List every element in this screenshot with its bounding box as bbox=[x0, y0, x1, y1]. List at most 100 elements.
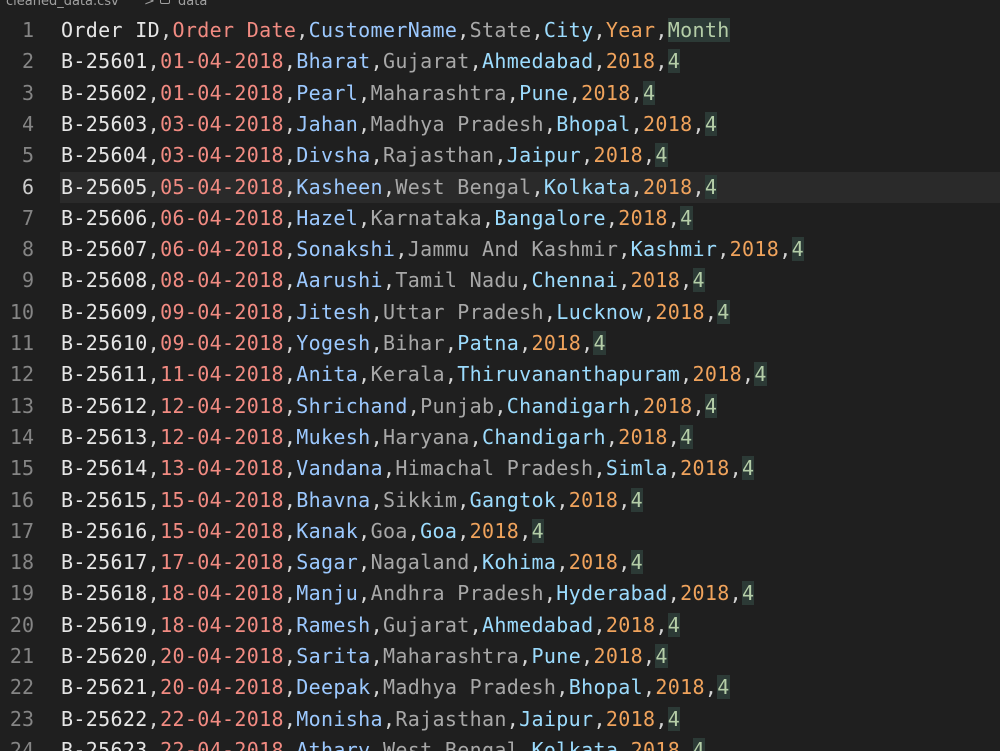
editor-line[interactable]: 3 B-25602,01-04-2018,Pearl,Maharashtra,Pu… bbox=[0, 78, 1000, 109]
csv-cell: B-25615 bbox=[61, 487, 148, 512]
csv-cell: 2018 bbox=[642, 111, 693, 136]
csv-cell: City bbox=[543, 18, 594, 42]
editor-line[interactable]: 19 B-25618,18-04-2018,Manju,Andhra Prades… bbox=[0, 578, 1000, 609]
line-content[interactable]: B-25615,15-04-2018,Bhavna,Sikkim,Gangtok… bbox=[61, 485, 644, 516]
editor-line[interactable]: 4 B-25603,03-04-2018,Jahan,Madhya Pradesh… bbox=[0, 109, 1000, 140]
line-content[interactable]: B-25608,08-04-2018,Aarushi,Tamil Nadu,Ch… bbox=[61, 265, 705, 296]
csv-delimiter: , bbox=[692, 174, 705, 199]
editor-line[interactable]: 1 Order ID,Order Date,CustomerName,State,… bbox=[0, 15, 1000, 46]
line-content[interactable]: B-25619,18-04-2018,Ramesh,Gujarat,Ahmeda… bbox=[61, 610, 681, 641]
editor-line[interactable]: 21 B-25620,20-04-2018,Sarita,Maharashtra,… bbox=[0, 641, 1000, 672]
editor-line[interactable]: 9 B-25608,08-04-2018,Aarushi,Tamil Nadu,C… bbox=[0, 265, 1000, 296]
line-content[interactable]: B-25612,12-04-2018,Shrichand,Punjab,Chan… bbox=[61, 391, 718, 422]
csv-cell: 2018 bbox=[605, 612, 656, 637]
csv-delimiter: , bbox=[618, 487, 631, 512]
csv-delimiter: , bbox=[283, 393, 297, 418]
csv-delimiter: , bbox=[283, 299, 297, 324]
csv-cell: Vandana bbox=[296, 456, 383, 481]
editor-line[interactable]: 16 B-25615,15-04-2018,Bhavna,Sikkim,Gangt… bbox=[0, 485, 1000, 516]
line-content[interactable]: B-25602,01-04-2018,Pearl,Maharashtra,Pun… bbox=[61, 78, 656, 109]
editor-line[interactable]: 5 B-25604,03-04-2018,Divsha,Rajasthan,Jai… bbox=[0, 140, 1000, 171]
line-content[interactable]: B-25611,11-04-2018,Anita,Kerala,Thiruvan… bbox=[61, 359, 767, 390]
csv-delimiter: , bbox=[283, 706, 297, 731]
csv-cell: 06-04-2018 bbox=[160, 205, 284, 230]
csv-cell: Madhya Pradesh bbox=[370, 111, 544, 136]
csv-delimiter: , bbox=[642, 299, 656, 324]
csv-cell: 4 bbox=[717, 675, 730, 700]
csv-delimiter: , bbox=[444, 331, 458, 355]
csv-delimiter: , bbox=[358, 205, 371, 230]
csv-delimiter: , bbox=[556, 675, 569, 700]
csv-delimiter: , bbox=[382, 706, 396, 731]
csv-delimiter: , bbox=[370, 143, 383, 168]
csv-cell: Kerala bbox=[370, 362, 445, 387]
csv-delimiter: , bbox=[717, 237, 730, 262]
line-content[interactable]: B-25610,09-04-2018,Yogesh,Bihar,Patna,20… bbox=[61, 328, 606, 359]
line-content[interactable]: B-25623,22-04-2018,Atharv,West Bengal,Ko… bbox=[61, 735, 705, 751]
editor-line[interactable]: 8 B-25607,06-04-2018,Sonakshi,Jammu And K… bbox=[0, 234, 1000, 265]
line-content[interactable]: B-25601,01-04-2018,Bharat,Gujarat,Ahmeda… bbox=[61, 46, 681, 77]
line-content[interactable]: B-25622,22-04-2018,Monisha,Rajasthan,Jai… bbox=[61, 704, 681, 735]
csv-cell: 18-04-2018 bbox=[160, 581, 284, 606]
csv-delimiter: , bbox=[370, 49, 383, 74]
line-number: 5 bbox=[21, 143, 34, 168]
editor-line[interactable]: 18 B-25617,17-04-2018,Sagar,Nagaland,Kohi… bbox=[0, 547, 1000, 578]
line-number: 9 bbox=[21, 268, 34, 293]
line-content[interactable]: B-25609,09-04-2018,Jitesh,Uttar Pradesh,… bbox=[61, 297, 730, 328]
editor-line[interactable]: 22 B-25621,20-04-2018,Deepak,Madhya Prade… bbox=[0, 672, 1000, 703]
editor-line[interactable]: 12 B-25611,11-04-2018,Anita,Kerala,Thiruv… bbox=[0, 359, 1000, 390]
line-content[interactable]: Order ID,Order Date,CustomerName,State,C… bbox=[61, 15, 730, 46]
csv-cell: 4 bbox=[742, 456, 755, 481]
line-number: 3 bbox=[21, 80, 34, 105]
csv-cell: 13-04-2018 bbox=[160, 456, 284, 481]
line-content[interactable]: B-25605,05-04-2018,Kasheen,West Bengal,K… bbox=[61, 172, 718, 203]
csv-cell: 2018 bbox=[630, 268, 681, 293]
breadcrumb-symbol[interactable]: data bbox=[178, 0, 207, 8]
editor-line[interactable]: 2 B-25601,01-04-2018,Bharat,Gujarat,Ahmed… bbox=[0, 46, 1000, 77]
line-number: 21 bbox=[9, 644, 34, 668]
csv-delimiter: , bbox=[469, 49, 483, 74]
line-content[interactable]: B-25614,13-04-2018,Vandana,Himachal Prad… bbox=[61, 453, 755, 484]
line-content[interactable]: B-25613,12-04-2018,Mukesh,Haryana,Chandi… bbox=[61, 422, 693, 453]
csv-delimiter: , bbox=[358, 362, 371, 387]
line-content[interactable]: B-25618,18-04-2018,Manju,Andhra Pradesh,… bbox=[61, 578, 755, 609]
editor-line[interactable]: 23 B-25622,22-04-2018,Monisha,Rajasthan,J… bbox=[0, 704, 1000, 735]
editor-line[interactable]: 14 B-25613,12-04-2018,Mukesh,Haryana,Chan… bbox=[0, 422, 1000, 453]
csv-cell: 2018 bbox=[729, 237, 780, 262]
csv-cell: Goa bbox=[420, 518, 458, 543]
csv-editor[interactable]: 1 Order ID,Order Date,CustomerName,State,… bbox=[0, 15, 1000, 751]
line-content[interactable]: B-25606,06-04-2018,Hazel,Karnataka,Banga… bbox=[61, 203, 693, 234]
editor-line[interactable]: 17 B-25616,15-04-2018,Kanak,Goa,Goa,2018,… bbox=[0, 516, 1000, 547]
csv-cell: Punjab bbox=[420, 393, 495, 418]
csv-cell: Jaipur bbox=[506, 143, 582, 168]
breadcrumb-file[interactable]: cleaned_data.csv bbox=[6, 0, 119, 8]
csv-delimiter: , bbox=[593, 706, 606, 731]
line-content[interactable]: B-25617,17-04-2018,Sagar,Nagaland,Kohima… bbox=[61, 547, 644, 578]
csv-cell: Kashmir bbox=[630, 237, 718, 262]
editor-line[interactable]: 13 B-25612,12-04-2018,Shrichand,Punjab,Ch… bbox=[0, 391, 1000, 422]
csv-delimiter: , bbox=[147, 362, 161, 387]
line-content[interactable]: B-25621,20-04-2018,Deepak,Madhya Pradesh… bbox=[61, 672, 730, 703]
editor-line[interactable]: 15 B-25614,13-04-2018,Vandana,Himachal Pr… bbox=[0, 453, 1000, 484]
csv-cell: B-25613 bbox=[61, 424, 148, 449]
line-content[interactable]: B-25603,03-04-2018,Jahan,Madhya Pradesh,… bbox=[61, 109, 718, 140]
editor-line[interactable]: 20 B-25619,18-04-2018,Ramesh,Gujarat,Ahme… bbox=[0, 610, 1000, 641]
csv-delimiter: , bbox=[283, 737, 297, 751]
csv-cell: Karnataka bbox=[370, 205, 482, 230]
line-content[interactable]: B-25620,20-04-2018,Sarita,Maharashtra,Pu… bbox=[61, 641, 668, 672]
line-content[interactable]: B-25604,03-04-2018,Divsha,Rajasthan,Jaip… bbox=[61, 140, 668, 171]
csv-cell: 12-04-2018 bbox=[160, 393, 284, 418]
editor-line[interactable]: 24 B-25623,22-04-2018,Atharv,West Bengal,… bbox=[0, 735, 1000, 751]
csv-cell: Kasheen bbox=[296, 174, 383, 199]
editor-line[interactable]: 7 B-25606,06-04-2018,Hazel,Karnataka,Bang… bbox=[0, 203, 1000, 234]
line-content[interactable]: B-25616,15-04-2018,Kanak,Goa,Goa,2018,4 bbox=[61, 516, 544, 547]
line-content[interactable]: B-25607,06-04-2018,Sonakshi,Jammu And Ka… bbox=[61, 234, 804, 265]
csv-delimiter: , bbox=[147, 456, 161, 481]
editor-line[interactable]: 11 B-25610,09-04-2018,Yogesh,Bihar,Patna,… bbox=[0, 328, 1000, 359]
csv-cell: Andhra Pradesh bbox=[370, 581, 544, 606]
csv-delimiter: , bbox=[568, 80, 582, 105]
editor-line[interactable]: 10 B-25609,09-04-2018,Jitesh,Uttar Prades… bbox=[0, 297, 1000, 328]
csv-delimiter: , bbox=[370, 299, 383, 324]
editor-line[interactable]: 6 B-25605,05-04-2018,Kasheen,West Bengal,… bbox=[0, 171, 1000, 203]
csv-cell: 03-04-2018 bbox=[160, 143, 284, 168]
